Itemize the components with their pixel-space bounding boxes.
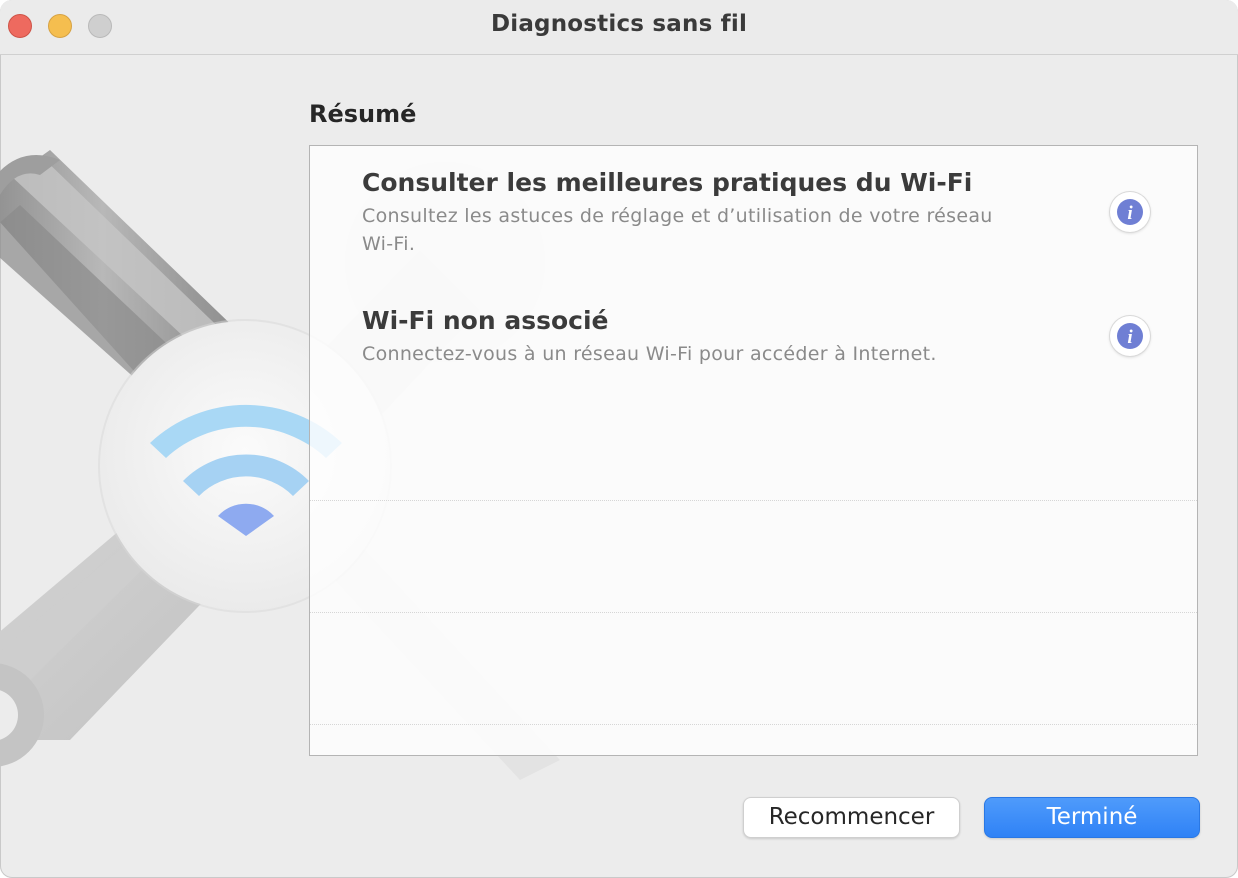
- list-row-divider: [310, 500, 1197, 501]
- list-row-divider: [310, 612, 1197, 613]
- list-item-best-practices: Consulter les meilleures pratiques du Wi…: [362, 166, 1062, 258]
- summary-list: Consulter les meilleures pratiques du Wi…: [309, 145, 1198, 756]
- title-bar[interactable]: Diagnostics sans fil: [0, 0, 1238, 55]
- info-icon: i: [1117, 199, 1143, 225]
- item-title: Consulter les meilleures pratiques du Wi…: [362, 168, 973, 197]
- svg-text:i: i: [1127, 203, 1133, 224]
- list-item-wifi-not-associated: Wi-Fi non associé Connectez-vous à un ré…: [362, 304, 1062, 368]
- best-practices-info-button[interactable]: i: [1110, 192, 1150, 232]
- item-description-line: Connectez-vous à un réseau Wi-Fi pour ac…: [362, 343, 937, 365]
- info-icon: i: [1117, 323, 1143, 349]
- item-description: Connectez-vous à un réseau Wi-Fi pour ac…: [362, 340, 1062, 368]
- item-description-line: Wi-Fi.: [362, 233, 416, 255]
- wireless-diagnostics-window: Diagnostics sans fil Résumé Consulter le…: [0, 0, 1238, 878]
- wifi-not-associated-info-button[interactable]: i: [1110, 316, 1150, 356]
- item-description: Consultez les astuces de réglage et d’ut…: [362, 202, 1062, 258]
- svg-text:i: i: [1127, 327, 1133, 348]
- window-title: Diagnostics sans fil: [490, 11, 748, 37]
- done-button[interactable]: Terminé: [984, 797, 1200, 838]
- list-row-divider: [310, 724, 1197, 725]
- summary-heading: Résumé: [309, 100, 417, 128]
- restart-button[interactable]: Recommencer: [743, 797, 960, 838]
- item-title: Wi-Fi non associé: [362, 306, 609, 335]
- item-description-line: Consultez les astuces de réglage et d’ut…: [362, 205, 993, 227]
